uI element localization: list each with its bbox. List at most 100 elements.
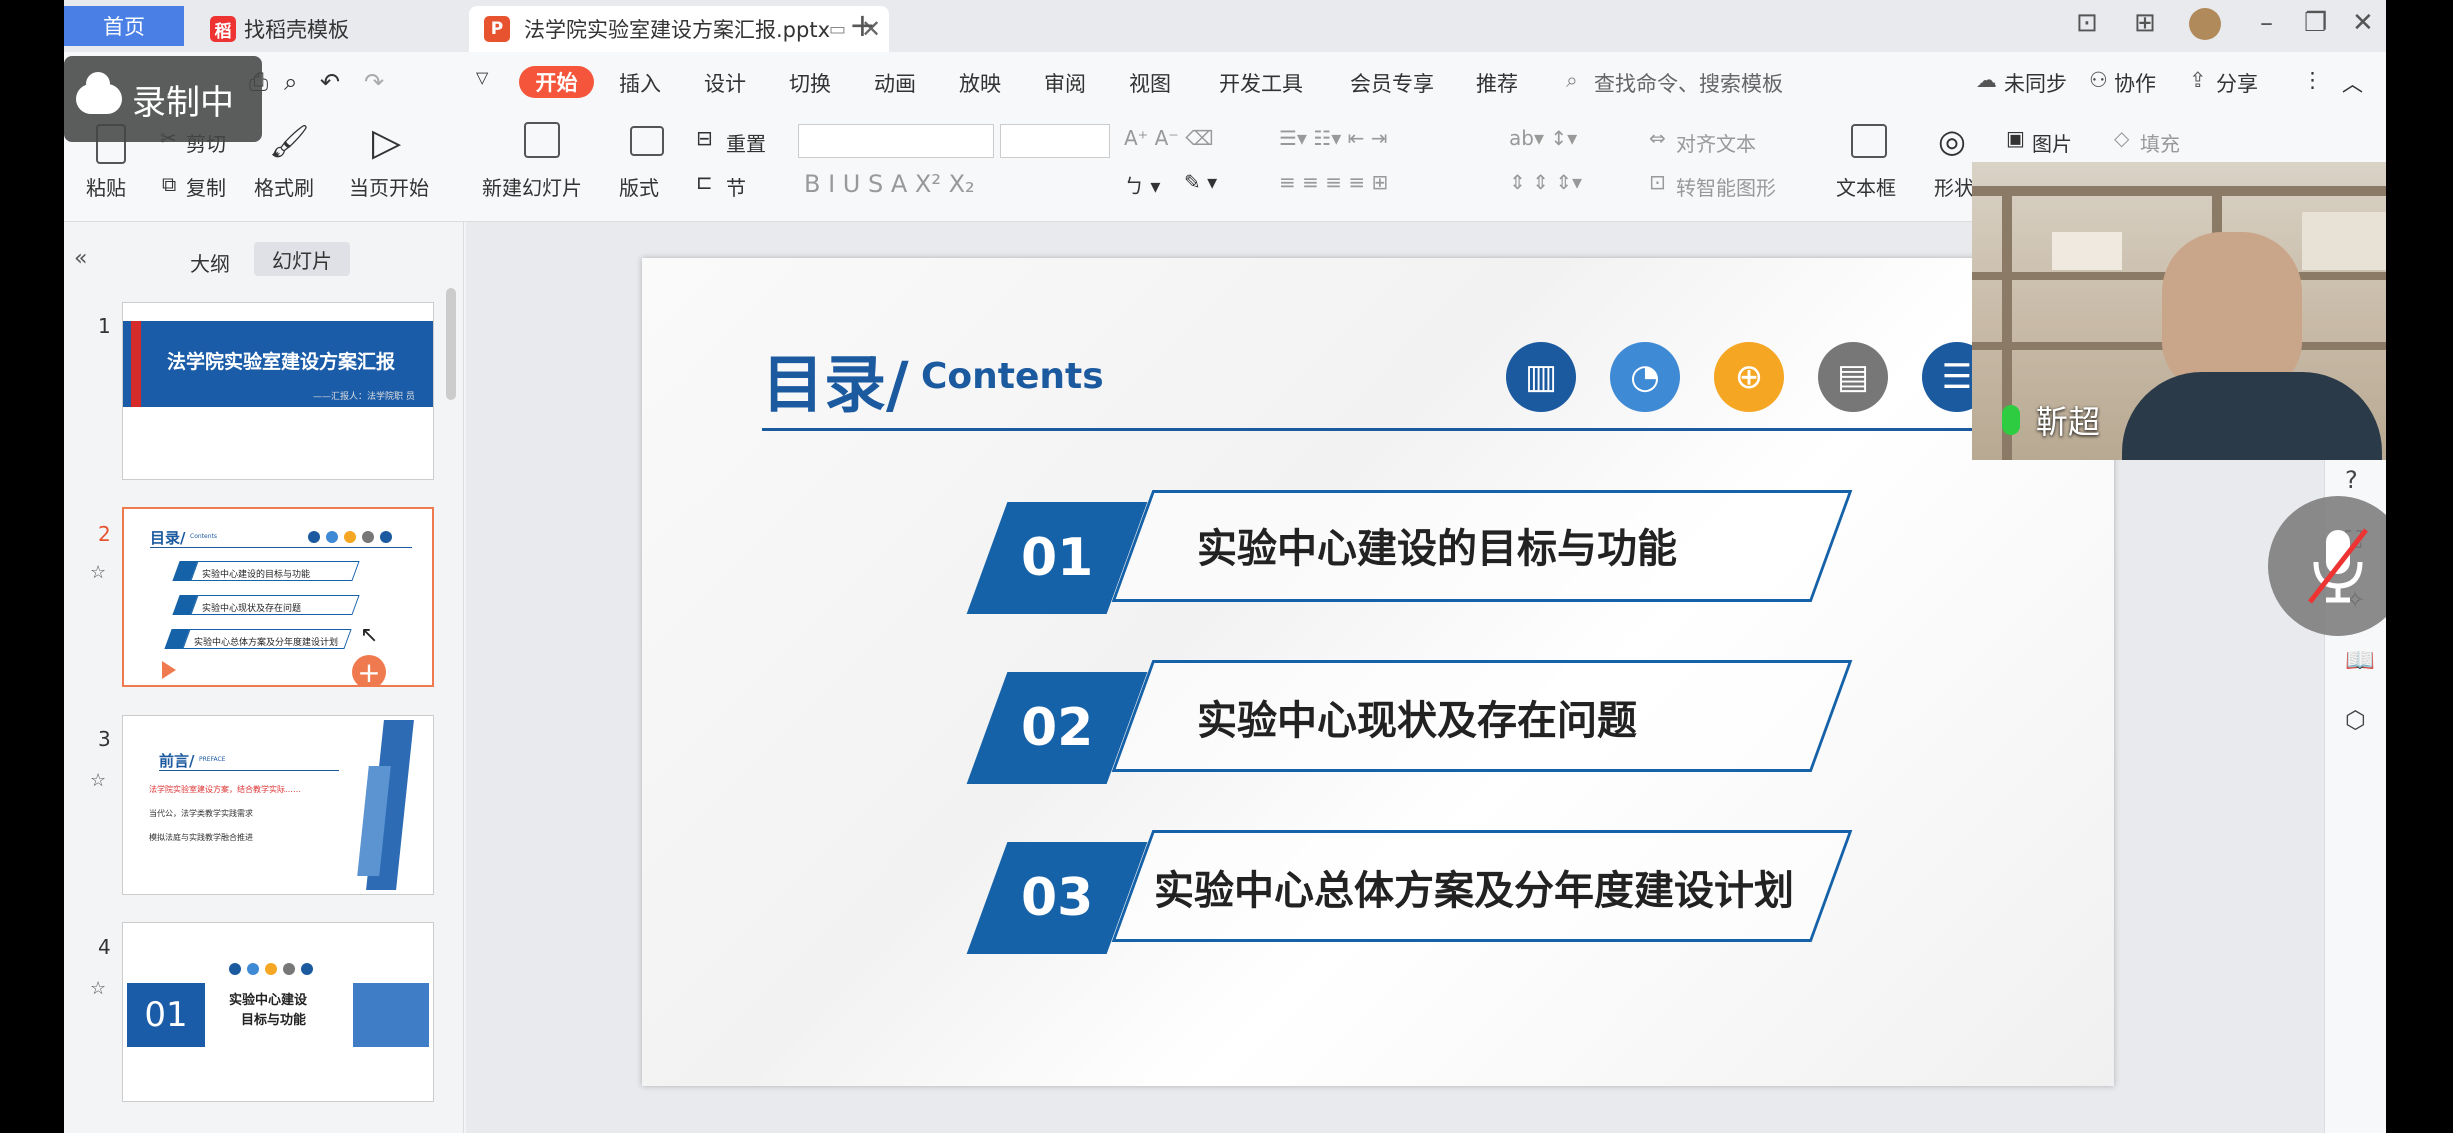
menu-recommend[interactable]: 推荐 [1476,68,1518,98]
recording-indicator[interactable]: 录制中 [64,56,262,142]
magnifier-icon: ⊕ [1714,342,1784,412]
menu-start[interactable]: 开始 [519,66,594,98]
mic-off-icon [2308,528,2368,604]
menu-design[interactable]: 设计 [704,68,746,98]
menu-transition[interactable]: 切换 [789,68,831,98]
play-animation-icon[interactable] [162,661,176,679]
bullet-list-icons[interactable]: ☰▾ ☷▾ ⇤ ⇥ [1279,126,1388,150]
picture-icon: ▣ [2006,126,2025,150]
slide-thumbnail-4[interactable]: 01 实验中心建设 目标与功能 [122,922,434,1102]
panel-scrollbar[interactable] [446,288,456,400]
spacing-icons[interactable]: ⇕ ⇕ ⇕▾ [1509,170,1582,194]
more-icon[interactable]: ⋮ [2302,68,2323,92]
restore-icon[interactable]: ❐ [2304,8,2327,38]
slide-subtitle[interactable]: Contents [921,356,1104,397]
slide-thumbnail-1[interactable]: 法学院实验室建设方案汇报 ——汇报人：法学院职 员 [122,302,434,480]
detach-icon[interactable]: ▭ [829,19,846,40]
presenter [2162,232,2302,392]
speaker-label: 靳超 [2002,397,2100,443]
undo-icon[interactable]: ↶ [320,68,340,96]
notebook-icon: ▤ [1818,342,1888,412]
preview-icon[interactable]: ⌕ [284,68,297,96]
cube-icon[interactable]: ⬡ [2345,706,2366,734]
section-button[interactable]: 节 [726,172,746,201]
tab-slides[interactable]: 幻灯片 [254,242,350,276]
menu-insert[interactable]: 插入 [619,68,661,98]
format-painter-icon: 🖌 [269,122,310,160]
section-icon: ⊏ [696,170,713,194]
command-search[interactable]: 查找命令、搜索模板 [1594,68,1783,98]
layout-button[interactable]: 版式 [619,172,659,201]
wps-window: 首页 稻 找稻壳模板 P 法学院实验室建设方案汇报.pptx ▭ ✕ + ⊡ ⊞… [64,0,2386,1133]
docer-icon: 稻 [210,16,236,42]
picture-button[interactable]: 图片 [2032,128,2072,157]
tab-home[interactable]: 首页 [64,6,184,46]
align-text-button[interactable]: 对齐文本 [1676,128,1756,157]
cloud-icon [76,72,122,114]
item-text-1[interactable]: 实验中心建设的目标与功能 [1197,516,1677,574]
align-text-icon: ⇔ [1649,126,1666,150]
tab-template[interactable]: 稻 找稻壳模板 [184,6,464,52]
slide-panel: « 大纲 幻灯片 1 法学院实验室建设方案汇报 ——汇报人：法学院职 员 2 ☆… [64,222,464,1133]
item-text-2[interactable]: 实验中心现状及存在问题 [1197,688,1637,746]
shape-button[interactable]: 形状 [1934,172,1974,201]
animation-star-icon: ☆ [90,562,107,583]
layout-icon[interactable]: ⊡ [2076,8,2098,38]
add-slide-icon[interactable]: + [352,655,386,685]
menu-bar: ⎙ ⌕ ↶ ↷ ▽ 开始 插入 设计 切换 动画 放映 审阅 视图 开发工具 会… [64,52,2386,112]
close-window-icon[interactable]: ✕ [2352,8,2374,38]
fill-button[interactable]: 填充 [2140,128,2180,157]
font-style-icons[interactable]: B I U S A X² X₂ [804,170,975,198]
collab-button[interactable]: 协作 [2114,68,2156,98]
smart-shape-button[interactable]: 转智能图形 [1676,172,1776,201]
paste-button[interactable]: 粘贴 [86,172,126,201]
fill-icon: ◇ [2114,126,2130,150]
current-slide[interactable]: 目录/ Contents ▥ ◔ ⊕ ▤ ☰ 01 实验中心建设的目标与功能 0… [642,258,2114,1086]
new-tab-icon[interactable]: + [849,6,876,44]
minimize-icon[interactable]: – [2260,8,2273,38]
menu-animation[interactable]: 动画 [874,68,916,98]
slide-title[interactable]: 目录/ [762,334,909,424]
copy-button[interactable]: 复制 [186,172,226,201]
font-size-select[interactable] [1000,124,1110,158]
redo-icon[interactable]: ↷ [364,68,384,96]
collapse-ribbon-icon[interactable]: ︿ [2342,68,2363,98]
sync-status[interactable]: 未同步 [2004,68,2067,98]
menu-review[interactable]: 审阅 [1044,68,1086,98]
animation-star-icon: ☆ [90,978,107,999]
grow-font-icon[interactable]: A⁺ A⁻ ⌫ [1124,126,1213,150]
pie-chart-icon: ◔ [1610,342,1680,412]
menu-member[interactable]: 会员专享 [1350,68,1434,98]
reset-button[interactable]: 重置 [726,128,766,157]
book-icon[interactable]: 📖 [2345,646,2375,674]
share-button[interactable]: 分享 [2216,68,2258,98]
help-icon[interactable]: ? [2345,466,2358,494]
grid-icon[interactable]: ⊞ [2134,8,2156,38]
menu-developer[interactable]: 开发工具 [1219,68,1303,98]
textbox-icon [1851,124,1887,158]
smart-shape-icon: ⊡ [1649,170,1666,194]
bar-chart-icon: ▥ [1506,342,1576,412]
slide-thumbnail-2[interactable]: 目录/ Contents 实验中心建设的目标与功能 实验中心现状及存在问题 实验… [122,507,434,687]
user-avatar[interactable] [2189,8,2221,40]
text-direction-icons[interactable]: ab▾ ↕▾ [1509,126,1577,150]
highlight-icon[interactable]: ✎ ▾ [1184,170,1217,194]
new-slide-button[interactable]: 新建幻灯片 [482,172,582,201]
tab-outline[interactable]: 大纲 [190,248,230,277]
reset-icon: ⊟ [696,126,713,150]
menu-view[interactable]: 视图 [1129,68,1171,98]
ppt-file-icon: P [484,16,510,42]
menu-slideshow[interactable]: 放映 [959,68,1001,98]
textbox-button[interactable]: 文本框 [1836,172,1896,201]
from-current-button[interactable]: 当页开始 [349,172,429,201]
tab-file[interactable]: P 法学院实验室建设方案汇报.pptx ▭ ✕ [469,6,889,52]
format-painter-button[interactable]: 格式刷 [254,172,314,201]
item-text-3[interactable]: 实验中心总体方案及分年度建设计划 [1154,858,1794,916]
collab-icon: ⚇ [2089,68,2108,92]
align-icons[interactable]: ≡ ≡ ≡ ≡ ⊞ [1279,170,1388,194]
slide-thumbnail-3[interactable]: 前言/ PREFACE 法学院实验室建设方案，结合教学实际…… 当代公，法学类教… [122,715,434,895]
collapse-panel-icon[interactable]: « [74,246,87,271]
font-name-select[interactable] [798,124,994,158]
more-dropdown-icon[interactable]: ▽ [476,68,488,87]
phonetic-icon[interactable]: ㄅ ▾ [1124,170,1160,199]
